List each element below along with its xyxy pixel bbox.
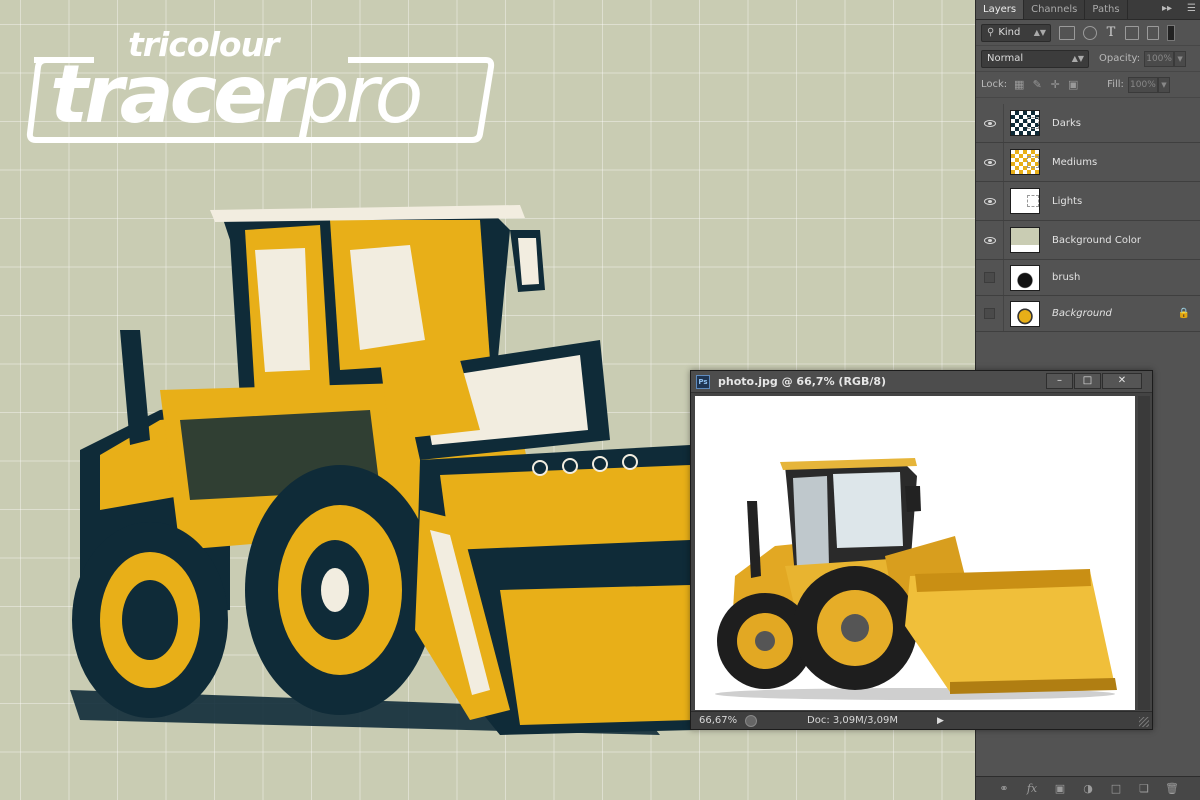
layer-row-brush[interactable]: brush bbox=[976, 260, 1200, 296]
lock-label: Lock: bbox=[981, 79, 1008, 90]
adjustment-filter-icon[interactable] bbox=[1083, 25, 1097, 40]
window-title-bar[interactable]: Ps photo.jpg @ 66,7% (RGB/8) – □ ✕ bbox=[691, 371, 1152, 393]
layer-thumbnail bbox=[1010, 110, 1040, 136]
lock-icon: 🔒 bbox=[1177, 308, 1190, 319]
panel-menu-icon[interactable]: ☰ bbox=[1187, 3, 1196, 14]
lock-image-icon[interactable]: ✎ bbox=[1031, 78, 1043, 91]
folder-icon[interactable]: □ bbox=[1108, 782, 1124, 795]
visibility-toggle[interactable] bbox=[976, 104, 1004, 142]
resize-grip-icon[interactable] bbox=[1139, 717, 1149, 727]
shape-filter-icon[interactable] bbox=[1125, 25, 1139, 40]
visibility-toggle[interactable] bbox=[976, 221, 1004, 259]
blend-opacity-row: Normal ▲▼ Opacity: 100% ▼ bbox=[976, 46, 1200, 72]
loader-illustration bbox=[70, 205, 695, 735]
new-layer-icon[interactable]: ❏ bbox=[1136, 782, 1152, 795]
photo-document-window[interactable]: Ps photo.jpg @ 66,7% (RGB/8) – □ ✕ 66,67… bbox=[690, 370, 1153, 730]
adjustment-icon[interactable]: ◑ bbox=[1080, 782, 1096, 795]
panel-tabs: Layers Channels Paths ▸▸ ☰ bbox=[976, 0, 1200, 20]
filter-toggle-switch[interactable] bbox=[1167, 24, 1175, 41]
lock-all-icon[interactable]: ▣ bbox=[1067, 78, 1079, 91]
layer-thumbnail bbox=[1010, 188, 1040, 214]
tab-layers[interactable]: Layers bbox=[976, 0, 1025, 19]
status-info-icon[interactable] bbox=[745, 714, 757, 727]
fill-value[interactable]: 100% bbox=[1127, 76, 1158, 93]
lock-position-icon[interactable]: ✛ bbox=[1049, 78, 1061, 91]
opacity-dropdown-arrow[interactable]: ▼ bbox=[1174, 50, 1187, 67]
logo-bold-text: tracer bbox=[50, 48, 303, 141]
layer-thumbnail bbox=[1010, 149, 1040, 175]
lock-transparency-icon[interactable]: ▦ bbox=[1013, 78, 1025, 91]
fill-dropdown-arrow[interactable]: ▼ bbox=[1157, 76, 1170, 93]
collapse-panel-icon[interactable]: ▸▸ bbox=[1162, 3, 1172, 14]
hidden-visibility-box bbox=[984, 272, 995, 283]
layer-thumbnail bbox=[1010, 264, 1040, 291]
maximize-button[interactable]: □ bbox=[1074, 373, 1101, 389]
smart-object-filter-icon[interactable] bbox=[1147, 25, 1159, 40]
vertical-scrollbar[interactable] bbox=[1138, 396, 1150, 710]
chevron-updown-icon: ▲▼ bbox=[1071, 54, 1084, 63]
opacity-value[interactable]: 100% bbox=[1144, 50, 1175, 67]
tab-paths[interactable]: Paths bbox=[1085, 0, 1128, 19]
visibility-toggle[interactable] bbox=[976, 182, 1004, 220]
layer-filter-row: ⚲ Kind ▲▼ T bbox=[976, 20, 1200, 46]
pixel-filter-icon[interactable] bbox=[1059, 25, 1075, 40]
loader-photo bbox=[715, 458, 1117, 700]
layer-row-background[interactable]: Background 🔒 bbox=[976, 296, 1200, 332]
eye-icon bbox=[983, 236, 996, 244]
status-menu-arrow-icon[interactable]: ▶ bbox=[937, 716, 944, 726]
layer-thumbnail bbox=[1010, 227, 1040, 253]
blend-mode-label: Normal bbox=[987, 53, 1024, 64]
layer-name: brush bbox=[1052, 272, 1081, 283]
layer-row-lights[interactable]: Lights bbox=[976, 182, 1200, 221]
lock-fill-row: Lock: ▦ ✎ ✛ ▣ Fill: 100% ▼ bbox=[976, 72, 1200, 98]
eye-icon bbox=[983, 158, 996, 166]
mask-icon bbox=[1027, 156, 1039, 168]
layer-name: Background bbox=[1052, 308, 1112, 319]
opacity-label: Opacity: bbox=[1099, 53, 1141, 64]
layer-name: Background Color bbox=[1052, 234, 1141, 246]
link-icon[interactable]: ⚭ bbox=[996, 782, 1012, 795]
filter-kind-dropdown[interactable]: ⚲ Kind ▲▼ bbox=[981, 23, 1051, 42]
layer-name: Lights bbox=[1052, 195, 1083, 207]
layer-row-background-color[interactable]: Background Color bbox=[976, 221, 1200, 260]
status-bar: 66,67% Doc: 3,09M/3,09M ▶ bbox=[691, 711, 1152, 729]
type-filter-icon[interactable]: T bbox=[1105, 25, 1117, 40]
layers-list: Darks Mediums Lights Background Color br… bbox=[976, 104, 1200, 332]
layer-row-mediums[interactable]: Mediums bbox=[976, 143, 1200, 182]
visibility-toggle[interactable] bbox=[976, 143, 1004, 181]
eye-icon bbox=[983, 119, 996, 127]
blend-mode-dropdown[interactable]: Normal ▲▼ bbox=[981, 49, 1089, 68]
document-size-info: Doc: 3,09M/3,09M bbox=[807, 715, 899, 726]
layer-name: Darks bbox=[1052, 117, 1081, 129]
mask-icon[interactable]: ▣ bbox=[1052, 782, 1068, 795]
visibility-toggle[interactable] bbox=[976, 260, 1004, 295]
window-title: photo.jpg @ 66,7% (RGB/8) bbox=[718, 375, 887, 388]
logo-light-text: pro bbox=[298, 48, 424, 141]
zoom-level[interactable]: 66,67% bbox=[699, 715, 743, 726]
photoshop-icon: Ps bbox=[696, 374, 710, 389]
fx-icon[interactable]: fx bbox=[1024, 782, 1040, 795]
layer-thumbnail bbox=[1010, 300, 1040, 327]
fill-label: Fill: bbox=[1107, 79, 1124, 90]
eye-icon bbox=[983, 197, 996, 205]
mask-icon bbox=[1027, 195, 1039, 207]
hidden-visibility-box bbox=[984, 308, 995, 319]
photo-canvas[interactable] bbox=[695, 396, 1135, 710]
visibility-toggle[interactable] bbox=[976, 296, 1004, 331]
layer-name: Mediums bbox=[1052, 156, 1098, 168]
tricolour-tracer-pro-logo: tricolour tracerpro bbox=[26, 22, 496, 152]
filter-kind-label: Kind bbox=[998, 27, 1021, 38]
minimize-button[interactable]: – bbox=[1046, 373, 1073, 389]
trash-icon[interactable]: 🗑 bbox=[1164, 782, 1180, 795]
logo-main-text: tracerpro bbox=[50, 48, 424, 141]
chevron-updown-icon: ▲▼ bbox=[1033, 28, 1046, 37]
layer-row-darks[interactable]: Darks bbox=[976, 104, 1200, 143]
search-icon: ⚲ bbox=[987, 27, 995, 38]
tab-channels[interactable]: Channels bbox=[1024, 0, 1086, 19]
close-button[interactable]: ✕ bbox=[1102, 373, 1142, 389]
panel-footer: ⚭ fx ▣ ◑ □ ❏ 🗑 bbox=[976, 776, 1200, 800]
mask-icon bbox=[1027, 117, 1039, 129]
traced-loader-artwork bbox=[40, 190, 700, 753]
